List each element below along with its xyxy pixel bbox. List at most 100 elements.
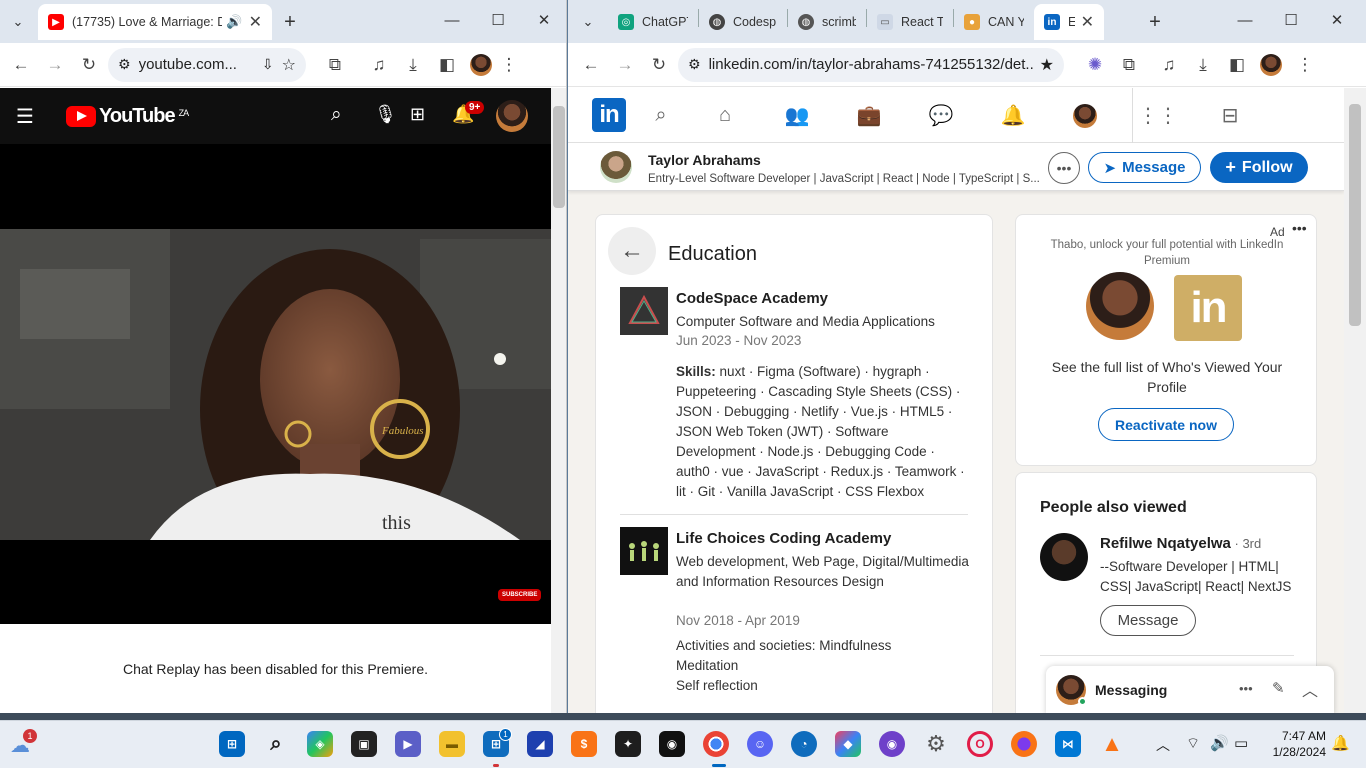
browser-menu-icon[interactable]: ⋮ — [492, 48, 526, 82]
tab-search-button[interactable]: ⌄ — [4, 8, 32, 36]
profile-avatar[interactable] — [600, 151, 632, 183]
school-name[interactable]: CodeSpace Academy — [676, 290, 828, 307]
profile-avatar[interactable] — [470, 53, 492, 76]
tab-chatgpt[interactable]: ◎ ChatGPT — [608, 4, 698, 40]
bookmark-star-icon[interactable]: ★ — [1040, 55, 1054, 75]
task-view-icon[interactable]: ▣ — [351, 731, 377, 757]
create-video-icon[interactable]: ⊞ — [410, 104, 425, 125]
figma-icon[interactable]: ✦ — [615, 731, 641, 757]
linkedin-logo-icon[interactable]: in — [592, 98, 626, 132]
hamburger-menu-icon[interactable]: ☰ — [16, 104, 34, 129]
downloads-icon[interactable]: ⤓ — [396, 48, 430, 82]
teams-chat-icon[interactable]: ▶ — [395, 731, 421, 757]
close-tab-icon[interactable]: ✕ — [249, 12, 262, 32]
downloads-icon[interactable]: ⤓ — [1186, 48, 1220, 82]
messaging-icon[interactable]: 💬 — [926, 100, 956, 130]
home-icon[interactable]: ⌂ — [710, 100, 740, 130]
tab-react[interactable]: ▭ React T — [867, 4, 953, 40]
compose-icon[interactable]: ✎ — [1272, 679, 1285, 697]
school-name[interactable]: Life Choices Coding Academy — [676, 530, 891, 547]
notification-bell-icon[interactable]: 🔔 — [1331, 734, 1350, 752]
close-window-icon[interactable]: ✕ — [521, 0, 566, 40]
person-name[interactable]: Refilwe Nqatyelwa — [1100, 535, 1231, 552]
tab-linkedin[interactable]: in Edu ✕ — [1034, 4, 1104, 40]
app-icon-kite[interactable]: ◆ — [835, 731, 861, 757]
tab-scrimba[interactable]: ◍ scrimba — [788, 4, 866, 40]
grid-apps-icon[interactable]: ⋮⋮ — [1138, 100, 1178, 130]
app-icon-gauge[interactable]: ◔ — [791, 731, 817, 757]
premium-icon[interactable]: ⊟ — [1215, 100, 1245, 130]
new-tab-button[interactable]: + — [1141, 8, 1169, 36]
ad-options-icon[interactable]: ••• — [1292, 220, 1307, 236]
extensions-icon[interactable]: ⧉ — [1112, 48, 1146, 82]
codespace-logo[interactable] — [620, 287, 668, 335]
subscribe-watermark[interactable]: SUBSCRIBE — [498, 589, 542, 601]
start-windows-icon[interactable]: ⊞ — [219, 731, 245, 757]
my-network-icon[interactable]: 👥 — [782, 100, 812, 130]
search-icon[interactable]: ⌕ — [331, 104, 342, 126]
message-button[interactable]: ➤ Message — [1088, 152, 1201, 183]
github-icon[interactable]: ◉ — [659, 731, 685, 757]
me-avatar[interactable] — [1073, 104, 1097, 128]
reload-icon[interactable]: ↻ — [72, 48, 106, 82]
extension-puzzle-color-icon[interactable]: ✺ — [1078, 48, 1112, 82]
jobs-briefcase-icon[interactable]: 💼 — [854, 100, 884, 130]
volume-icon[interactable]: 🔊 — [1210, 734, 1229, 752]
wifi-icon[interactable]: ⌔ — [1186, 734, 1200, 753]
speaker-icon[interactable]: 🔊 — [226, 14, 242, 30]
browser-menu-icon[interactable]: ⋮ — [1288, 48, 1322, 82]
address-bar[interactable]: ⚙ youtube.com... ⇩ ☆ — [108, 47, 306, 82]
person-avatar[interactable] — [1040, 533, 1088, 581]
youtube-logo[interactable]: YouTube ZA — [66, 105, 189, 128]
new-tab-button[interactable]: + — [276, 8, 304, 36]
search-icon[interactable]: ⌕ — [646, 100, 676, 130]
scrollbar-thumb[interactable] — [553, 106, 565, 208]
vlc-icon[interactable]: ▲ — [1099, 731, 1125, 757]
chrome-icon[interactable] — [703, 731, 729, 757]
media-control-icon[interactable]: ♫ — [362, 48, 396, 82]
maximize-icon[interactable]: ☐ — [1268, 0, 1314, 40]
reactivate-button[interactable]: Reactivate now — [1098, 408, 1234, 441]
youtube-scrollbar[interactable] — [551, 88, 566, 713]
file-explorer-icon[interactable]: ▬ — [439, 731, 465, 757]
clock[interactable]: 7:47 AM 1/28/2024 — [1262, 728, 1326, 760]
youtube-account-avatar[interactable] — [496, 100, 528, 132]
chevron-up-icon[interactable]: ︿ — [1302, 677, 1318, 701]
close-tab-icon[interactable]: ✕ — [1081, 12, 1094, 32]
side-panel-icon[interactable]: ◧ — [430, 48, 464, 82]
maximize-icon[interactable]: ☐ — [475, 0, 521, 40]
back-arrow-icon[interactable]: ← — [608, 227, 656, 275]
vscode-icon[interactable]: ⋈ — [1055, 731, 1081, 757]
follow-button[interactable]: + Follow — [1210, 152, 1308, 183]
life-choices-logo[interactable] — [620, 527, 668, 575]
scrollbar-thumb[interactable] — [1349, 104, 1361, 326]
microphone-icon[interactable]: 🎙 — [374, 104, 397, 125]
settings-gear-icon[interactable]: ⚙ — [923, 731, 949, 757]
reload-icon[interactable]: ↻ — [642, 48, 676, 82]
minimize-icon[interactable]: — — [1222, 0, 1268, 40]
tab-youtube[interactable]: ▶ (17735) Love & Marriage: D 🔊 ✕ — [38, 4, 272, 40]
install-app-icon[interactable]: ⇩ — [262, 56, 274, 73]
bookmark-star-icon[interactable]: ☆ — [282, 55, 296, 75]
search-icon[interactable]: ⌕ — [263, 731, 289, 757]
linkedin-scrollbar[interactable] — [1344, 88, 1366, 713]
video-player[interactable]: Fabulous this — [0, 229, 551, 540]
profile-name[interactable]: Taylor Abrahams — [648, 152, 761, 168]
tab-can-you[interactable]: ● CAN YO — [954, 4, 1034, 40]
back-icon[interactable]: ← — [574, 48, 608, 82]
forward-icon[interactable]: → — [38, 48, 72, 82]
github-desktop-icon[interactable]: ◉ — [879, 731, 905, 757]
tab-search-button[interactable]: ⌄ — [574, 8, 602, 36]
battery-icon[interactable]: ▭ — [1234, 734, 1248, 752]
media-control-icon[interactable]: ♫ — [1152, 48, 1186, 82]
close-window-icon[interactable]: ✕ — [1314, 0, 1360, 40]
back-icon[interactable]: ← — [4, 48, 38, 82]
forward-icon[interactable]: → — [608, 48, 642, 82]
firefox-icon[interactable] — [1011, 731, 1037, 757]
address-bar[interactable]: ⚙ linkedin.com/in/taylor-abrahams-741255… — [678, 47, 1064, 82]
person-message-button[interactable]: Message — [1100, 605, 1196, 636]
profile-avatar[interactable] — [1260, 53, 1282, 76]
app-icon-s[interactable]: $ — [571, 731, 597, 757]
extensions-icon[interactable]: ⧉ — [318, 48, 352, 82]
tab-codespace[interactable]: ◍ Codesp — [699, 4, 787, 40]
